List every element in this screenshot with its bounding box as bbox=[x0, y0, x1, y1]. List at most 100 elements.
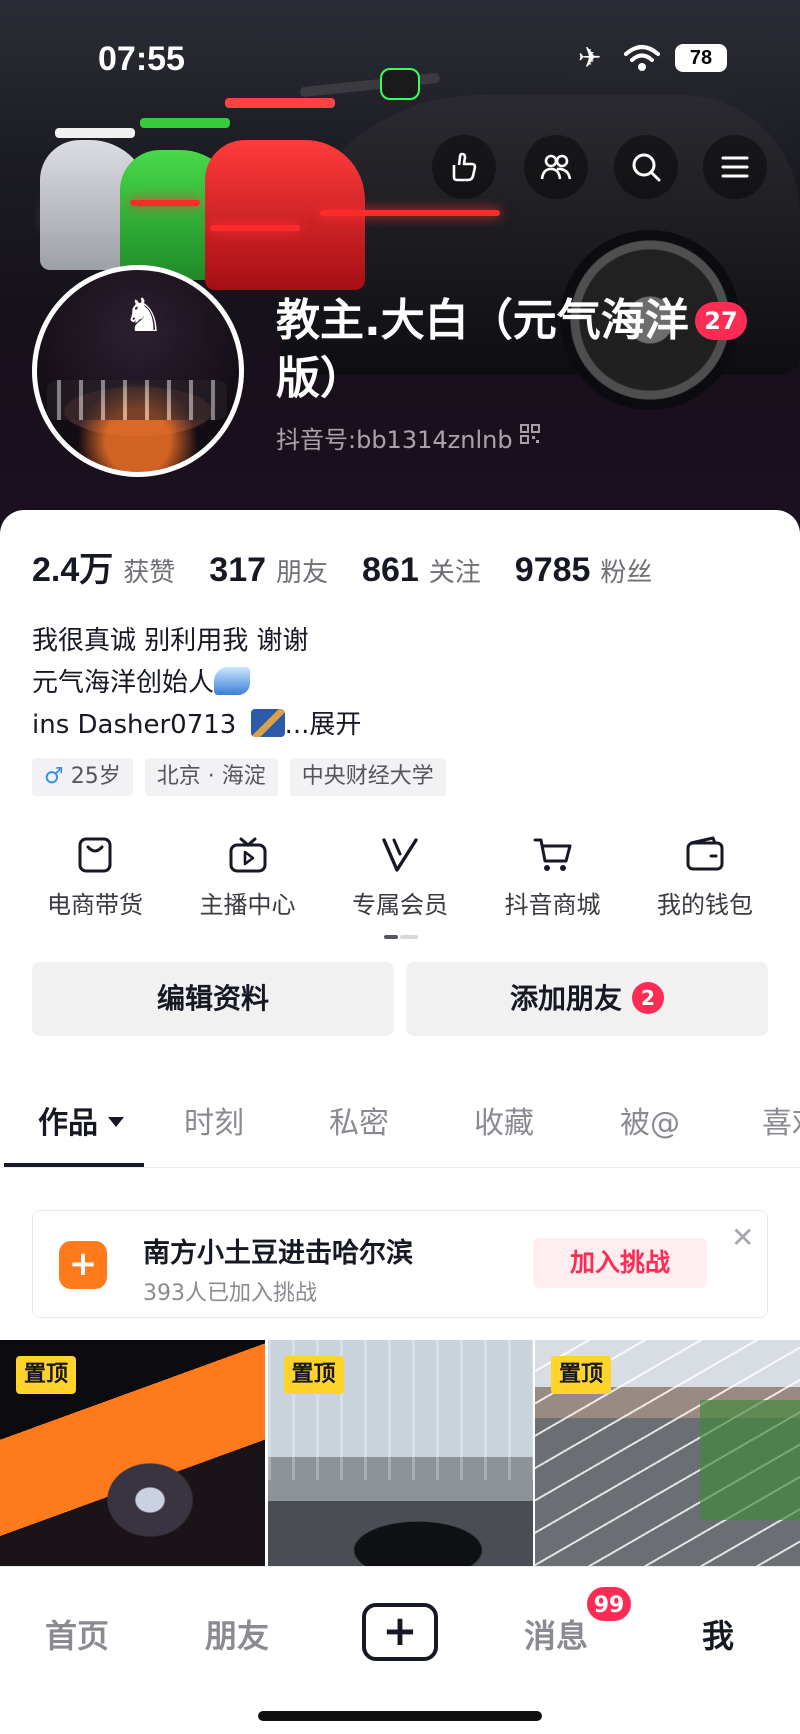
friends-icon bbox=[540, 154, 572, 180]
page-dot bbox=[400, 935, 418, 939]
bottom-nav: 首页 朋友 + 消息 99 我 bbox=[0, 1566, 800, 1734]
stats-row: 2.4万 获赞 317 朋友 861 关注 9785 粉丝 bbox=[32, 542, 686, 591]
service-label: 主播中心 bbox=[199, 891, 296, 919]
status-bar: 07:55 ✈ 78 bbox=[0, 0, 800, 110]
bio-line: ins Dasher0713 ...展开 bbox=[32, 704, 361, 746]
service-wallet[interactable]: 我的钱包 bbox=[630, 835, 780, 920]
stat-label: 关注 bbox=[428, 558, 481, 588]
hand-pointer-icon bbox=[452, 152, 477, 182]
pinned-label: 置顶 bbox=[16, 1356, 77, 1394]
douyin-id[interactable]: 抖音号:bb1314znlnb bbox=[276, 420, 513, 455]
nav-messages[interactable]: 消息 bbox=[524, 1611, 588, 1657]
profile-name-line2: 版） bbox=[276, 353, 364, 404]
bio-expand-link[interactable]: ...展开 bbox=[285, 710, 362, 740]
video-thumbnail[interactable]: 置顶 bbox=[535, 1340, 800, 1600]
profile-name: 教主.大白（元气海洋 版） bbox=[276, 292, 716, 408]
status-time: 07:55 bbox=[98, 40, 185, 78]
edit-profile-label: 编辑资料 bbox=[156, 982, 269, 1015]
bio-line-text: ins Dasher0713 bbox=[32, 710, 245, 740]
stat-value: 9785 bbox=[514, 551, 591, 589]
stat-following[interactable]: 861 关注 bbox=[362, 551, 481, 590]
home-indicator[interactable] bbox=[258, 1711, 542, 1721]
close-icon[interactable]: ✕ bbox=[731, 1221, 754, 1254]
avatar[interactable]: ♞ bbox=[32, 265, 244, 477]
profile-name-badge[interactable]: 27 bbox=[695, 302, 747, 340]
wallet-icon bbox=[686, 836, 724, 871]
stat-friends[interactable]: 317 朋友 bbox=[209, 551, 328, 590]
friends-button[interactable] bbox=[524, 135, 588, 199]
bio-line-text: 元气海洋创始人 bbox=[32, 668, 215, 698]
bag-icon bbox=[78, 837, 112, 873]
bio[interactable]: 我很真诚 别利用我 谢谢 元气海洋创始人 ins Dasher0713 ...展… bbox=[32, 620, 361, 746]
battery-indicator: 78 bbox=[675, 44, 727, 72]
avatar-crowd bbox=[47, 380, 227, 420]
nav-friends[interactable]: 朋友 bbox=[205, 1611, 269, 1657]
page-dot-active bbox=[384, 935, 398, 939]
wave-emoji-icon bbox=[214, 667, 251, 695]
cart-icon bbox=[533, 838, 571, 871]
add-friend-label: 添加朋友 bbox=[509, 982, 622, 1015]
caret-down-icon[interactable] bbox=[108, 1117, 124, 1127]
hamburger-menu-icon bbox=[721, 156, 749, 178]
service-vip[interactable]: 专属会员 bbox=[325, 835, 475, 920]
service-mall[interactable]: 抖音商城 bbox=[478, 835, 628, 920]
profile-name-line1: 教主.大白（元气海洋 bbox=[276, 295, 689, 346]
services-page-indicator bbox=[384, 935, 418, 939]
tab-private[interactable]: 私密 bbox=[329, 1098, 389, 1142]
tab-label: 作品 bbox=[38, 1106, 98, 1141]
wifi-icon bbox=[624, 44, 660, 77]
service-streamer[interactable]: 主播中心 bbox=[173, 835, 323, 920]
pinned-label: 置顶 bbox=[551, 1356, 612, 1394]
stat-value: 2.4万 bbox=[32, 551, 114, 589]
stat-label: 获赞 bbox=[123, 558, 176, 588]
challenge-card[interactable]: + 南方小土豆进击哈尔滨 393人已加入挑战 加入挑战 ✕ bbox=[32, 1210, 768, 1318]
tab-works[interactable]: 作品 bbox=[38, 1098, 124, 1142]
challenge-icon: + bbox=[59, 1241, 107, 1289]
join-challenge-button[interactable]: 加入挑战 bbox=[533, 1238, 707, 1288]
stat-label: 粉丝 bbox=[600, 558, 653, 588]
tab-favorites[interactable]: 收藏 bbox=[474, 1098, 534, 1142]
airplane-mode-icon: ✈ bbox=[578, 41, 602, 74]
service-label: 专属会员 bbox=[352, 891, 448, 919]
video-thumbnail[interactable]: 置顶 bbox=[0, 1340, 265, 1600]
add-friend-badge: 2 bbox=[632, 982, 664, 1014]
visitor-button[interactable] bbox=[432, 135, 496, 199]
service-label: 抖音商城 bbox=[504, 891, 601, 919]
tab-moments[interactable]: 时刻 bbox=[184, 1098, 244, 1142]
tag-gender-age: ♂ 25岁 bbox=[32, 758, 133, 796]
tv-icon bbox=[229, 837, 266, 873]
edit-profile-button[interactable]: 编辑资料 bbox=[32, 962, 394, 1036]
bio-line: 元气海洋创始人 bbox=[32, 662, 361, 704]
challenge-title: 南方小土豆进击哈尔滨 bbox=[143, 1238, 413, 1269]
video-thumbnail[interactable]: 置顶 bbox=[267, 1340, 533, 1600]
add-friend-button[interactable]: 添加朋友 2 bbox=[406, 962, 768, 1036]
cover-wing bbox=[55, 128, 135, 138]
nav-home[interactable]: 首页 bbox=[45, 1611, 109, 1657]
tag-age-text: 25岁 bbox=[70, 764, 121, 789]
nav-me[interactable]: 我 bbox=[702, 1611, 734, 1657]
tag-school: 中央财经大学 bbox=[289, 758, 446, 796]
menu-button[interactable] bbox=[703, 135, 767, 199]
tag-location: 北京 · 海淀 bbox=[144, 758, 278, 796]
video-grid: 置顶 置顶 置顶 bbox=[0, 1340, 800, 1600]
search-button[interactable] bbox=[614, 135, 678, 199]
prancing-horse-icon: ♞ bbox=[123, 288, 165, 342]
stat-likes[interactable]: 2.4万 获赞 bbox=[32, 542, 175, 591]
service-ecommerce[interactable]: 电商带货 bbox=[20, 835, 170, 920]
cover-taillight bbox=[130, 200, 200, 206]
male-icon: ♂ bbox=[44, 764, 64, 789]
cover-taillight bbox=[210, 225, 300, 231]
tab-likes[interactable]: 喜欢 bbox=[762, 1098, 800, 1142]
search-icon bbox=[632, 153, 661, 182]
bio-line: 我很真诚 别利用我 谢谢 bbox=[32, 626, 309, 656]
vip-v-icon bbox=[382, 838, 418, 872]
service-label: 我的钱包 bbox=[657, 891, 753, 919]
create-button[interactable]: + bbox=[362, 1603, 438, 1661]
service-label: 电商带货 bbox=[47, 891, 143, 919]
qr-code-icon[interactable] bbox=[520, 424, 540, 444]
messages-badge: 99 bbox=[585, 1585, 633, 1623]
services-row: 电商带货 主播中心 专属会员 抖音商城 我的钱包 bbox=[20, 835, 780, 920]
stat-followers[interactable]: 9785 粉丝 bbox=[515, 551, 653, 590]
cover-wing bbox=[140, 118, 230, 128]
tab-mentions[interactable]: 被@ bbox=[620, 1098, 680, 1142]
